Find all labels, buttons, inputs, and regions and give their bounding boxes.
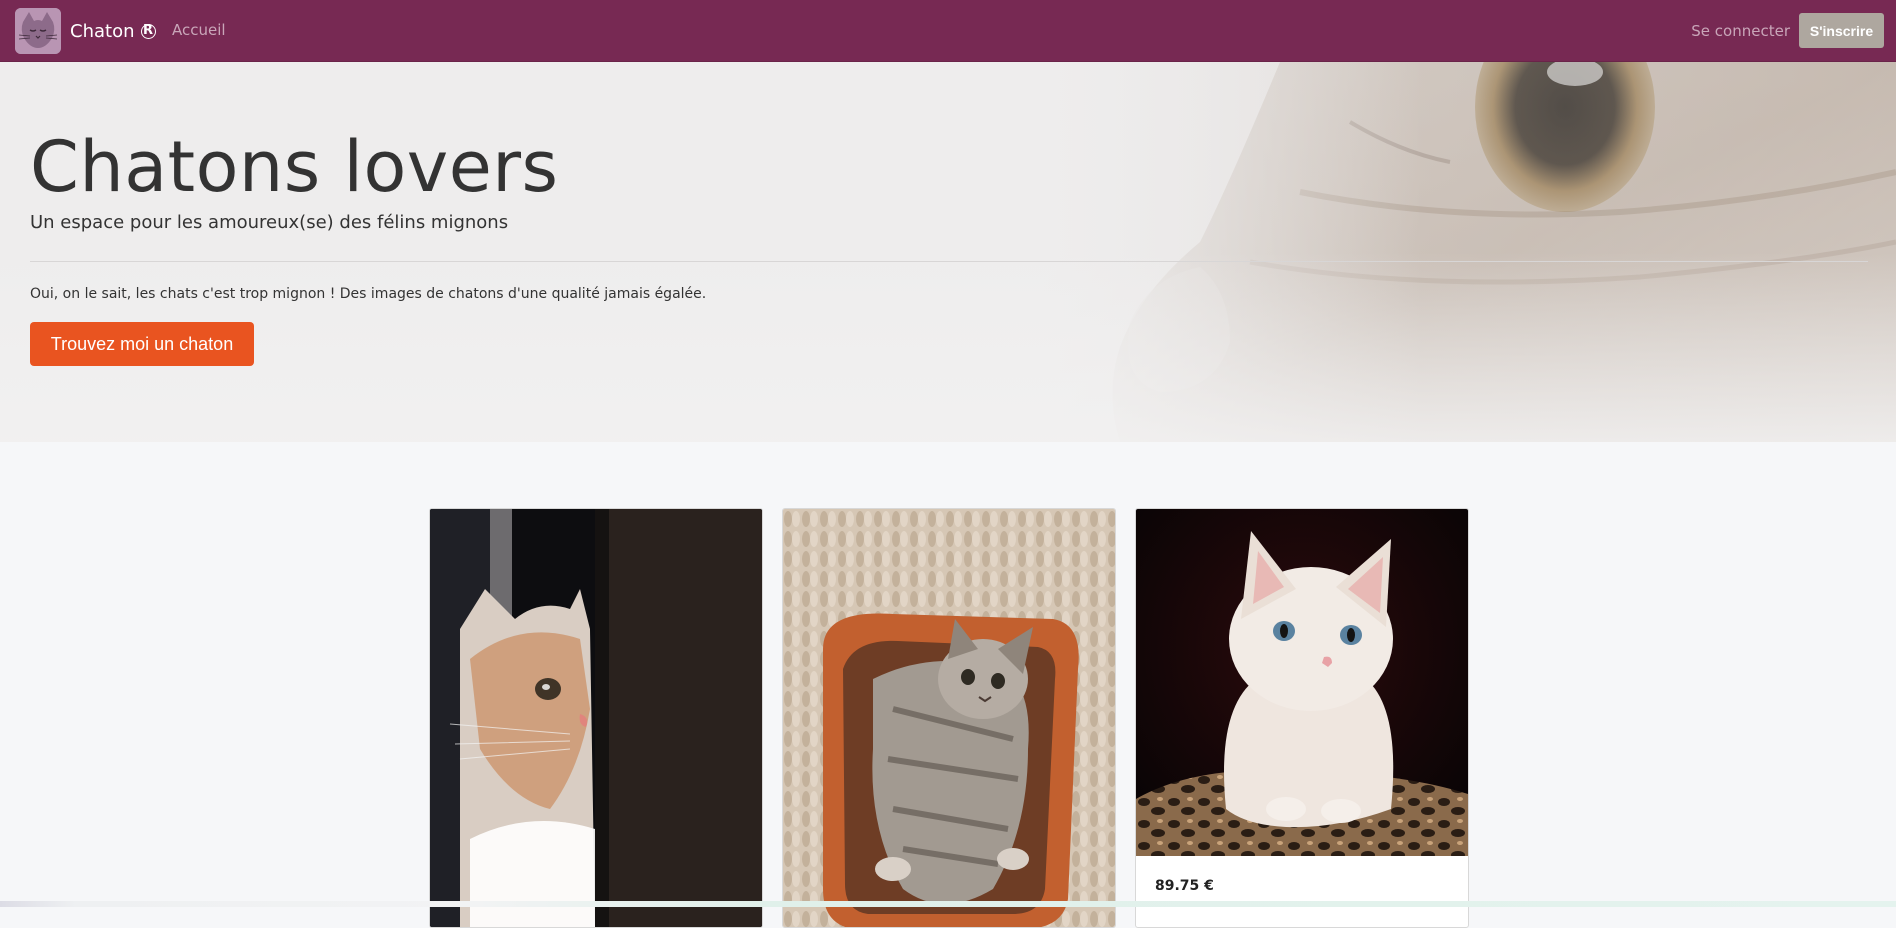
brand-name: Chaton	[70, 20, 135, 42]
hero-description: Oui, on le sait, les chats c'est trop mi…	[30, 286, 707, 302]
signup-button[interactable]: S'inscrire	[1799, 13, 1884, 48]
kitten-in-basket-photo	[783, 509, 1115, 927]
kitten-peeking-photo	[430, 509, 762, 927]
white-kitten-photo	[1136, 509, 1468, 856]
login-link[interactable]: Se connecter	[1691, 22, 1790, 40]
cat-closeup-background-image	[0, 62, 1896, 442]
brand-link[interactable]: Chaton R	[15, 8, 156, 54]
hero-lead: Un espace pour les amoureux(se) des féli…	[30, 212, 509, 233]
kitten-card[interactable]	[782, 508, 1116, 928]
card-price: 89.75 €	[1155, 878, 1214, 894]
bottom-edge	[0, 901, 1896, 907]
kitten-card[interactable]	[429, 508, 763, 928]
registered-mark-icon: R	[140, 23, 156, 39]
kitten-card[interactable]: 89.75 €	[1135, 508, 1469, 928]
nav-link-home[interactable]: Accueil	[172, 21, 226, 39]
hero-title: Chatons lovers	[30, 126, 559, 208]
top-navbar: Chaton R Accueil Se connecter S'inscrire	[0, 0, 1896, 62]
hero-jumbotron: Chatons lovers Un espace pour les amoure…	[0, 62, 1896, 442]
cat-logo-icon	[15, 8, 61, 54]
hero-divider	[30, 261, 1868, 262]
find-kitten-button[interactable]: Trouvez moi un chaton	[30, 322, 254, 366]
